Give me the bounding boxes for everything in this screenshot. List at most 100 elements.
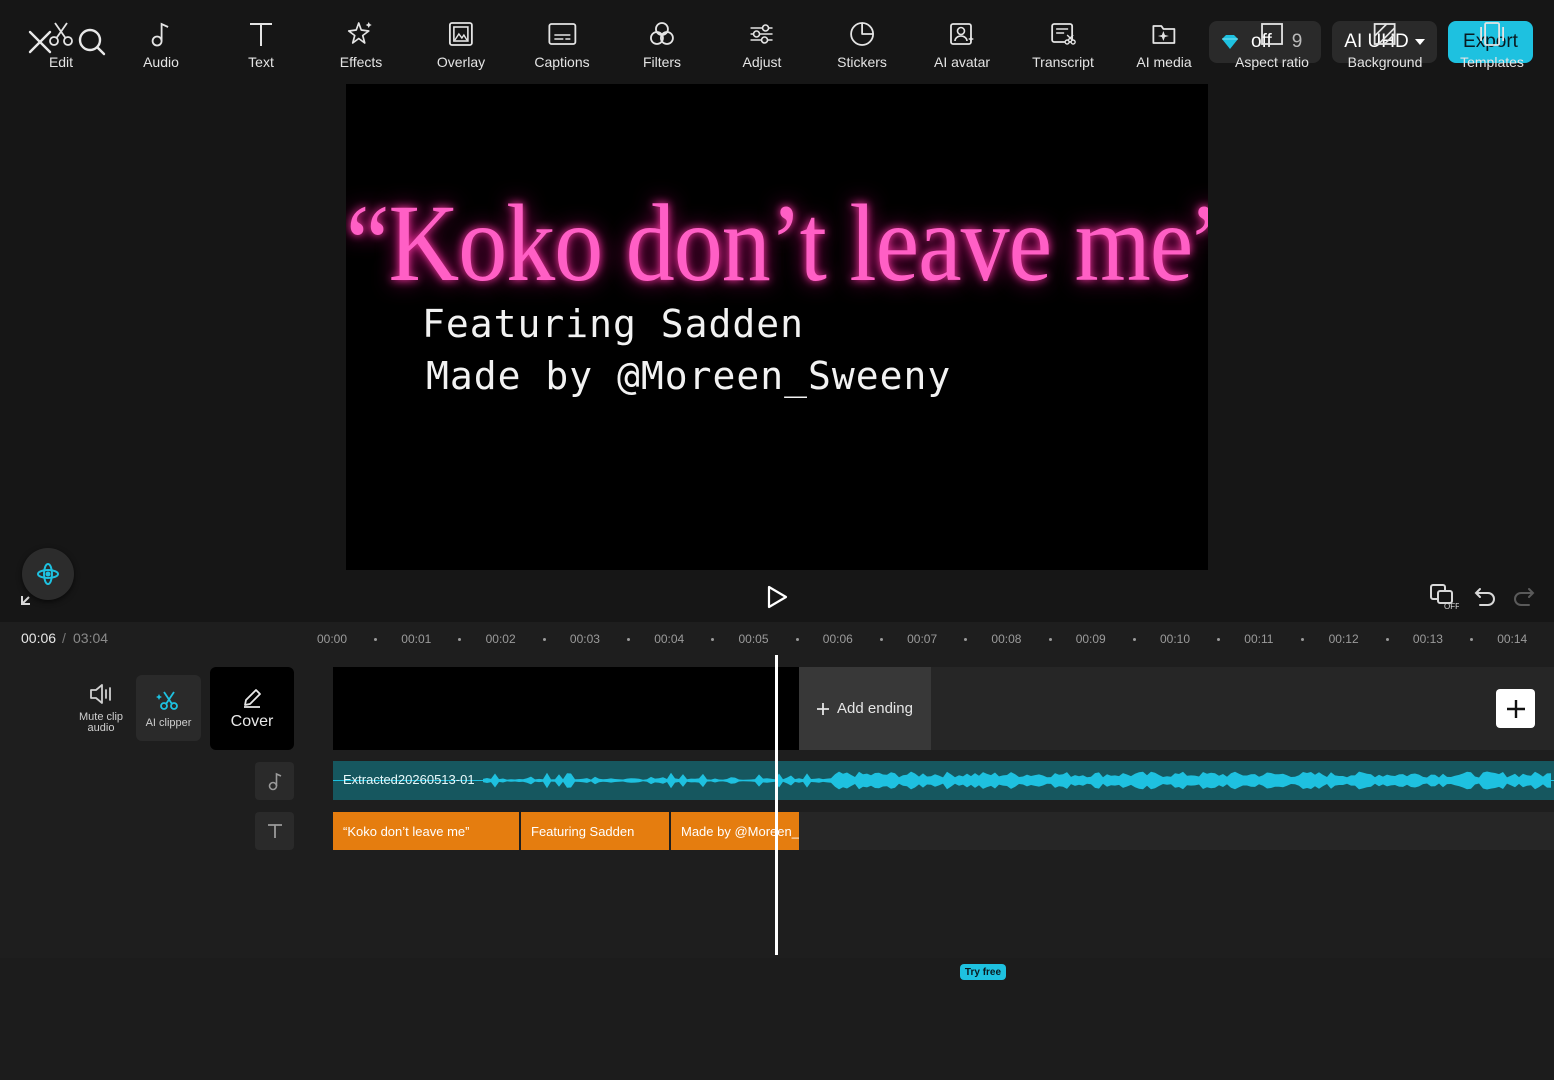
preview-made-by-text: Made by @Moreen_Sweeny: [426, 354, 952, 398]
text-track-button[interactable]: [255, 812, 294, 850]
video-canvas: “Koko don’t leave me” Featuring Sadden M…: [346, 84, 1208, 570]
text-clip-made-by[interactable]: Made by @Moreen_: [671, 812, 799, 850]
keyframe-toggle-button[interactable]: OFF: [1428, 581, 1460, 611]
video-clip[interactable]: [333, 667, 799, 750]
toolbar-aspect-ratio-label: Aspect ratio: [1235, 54, 1309, 70]
ruler-tick-dot: [1217, 638, 1221, 641]
toolbar-effects[interactable]: Effects: [340, 20, 382, 70]
ruler-tick-label: 00:04: [654, 632, 685, 646]
audio-clip-name: Extracted20260513-01: [343, 772, 475, 787]
ruler-tick-dot: [879, 638, 883, 641]
redo-button[interactable]: [1511, 583, 1537, 609]
cover-button[interactable]: Cover: [210, 667, 294, 750]
ruler-tick-dot: [1132, 638, 1136, 641]
toolbar-filters[interactable]: Filters: [643, 20, 681, 70]
ruler-tick-dot: [1048, 638, 1052, 641]
audio-track-button[interactable]: [255, 762, 294, 800]
aspect-ratio-icon: [1261, 23, 1283, 45]
toolbar-overlay-label: Overlay: [436, 54, 486, 70]
text-t-icon: [267, 824, 282, 838]
playhead[interactable]: [775, 655, 778, 955]
templates-icon: [1480, 22, 1504, 46]
ruler-tick-dot: [542, 638, 546, 641]
keyframe-off-icon: OFF: [1430, 584, 1459, 610]
ruler-tick-dot: [795, 638, 799, 641]
ai-assist-button[interactable]: [22, 548, 74, 600]
search-icon: [78, 28, 106, 56]
ruler-tick-dot: [458, 638, 462, 641]
ruler-tick-dot: [1385, 638, 1389, 641]
ruler-tick-label: 00:05: [738, 632, 769, 646]
ruler-tick-label: 00:10: [1160, 632, 1191, 646]
music-note-icon: [151, 22, 169, 47]
toolbar-ai-avatar[interactable]: AI avatar: [934, 20, 990, 70]
text-track-empty: [799, 812, 1554, 850]
toolbar-stickers[interactable]: Stickers: [837, 20, 887, 70]
ruler-tick-label: 00:06: [822, 632, 853, 646]
play-button[interactable]: [762, 582, 792, 612]
toolbar-audio-label: Audio: [143, 54, 179, 70]
toolbar-edit-label: Edit: [48, 54, 74, 70]
scissors-icon: [49, 22, 73, 46]
filters-icon: [650, 22, 674, 45]
toolbar-background[interactable]: Background: [1347, 20, 1423, 70]
plus-icon: [817, 702, 830, 715]
plus-icon: [1506, 699, 1525, 718]
text-clip-featuring[interactable]: Featuring Sadden: [521, 812, 669, 850]
ruler-tick-label: 00:11: [1244, 632, 1274, 646]
add-ending-label: Add ending: [837, 700, 913, 717]
toolbar-stickers-label: Stickers: [837, 54, 887, 70]
background-icon: [1374, 23, 1396, 45]
add-ending-button[interactable]: Add ending: [799, 667, 931, 750]
toolbar-audio[interactable]: Audio: [143, 20, 179, 70]
ruler-tick-label: 00:12: [1328, 632, 1359, 646]
ruler-tick-label: 00:09: [1075, 632, 1106, 646]
toolbar-captions[interactable]: Captions: [534, 20, 590, 70]
play-icon: [767, 585, 788, 609]
toolbar-overlay[interactable]: Overlay: [437, 20, 485, 70]
toolbar-text[interactable]: Text: [247, 20, 275, 70]
toolbar-filters-label: Filters: [642, 54, 682, 70]
toolbar-adjust[interactable]: Adjust: [743, 20, 781, 70]
ruler-tick-label: 00:03: [569, 632, 600, 646]
svg-text:OFF: OFF: [1444, 602, 1459, 610]
audio-clip[interactable]: Extracted20260513-01: [333, 761, 1554, 800]
cover-label: Cover: [230, 712, 274, 730]
toolbar-background-label: Background: [1347, 54, 1423, 70]
sliders-icon: [750, 24, 773, 44]
current-time: 00:06: [21, 630, 57, 646]
ruler-tick-label: 00:00: [317, 632, 348, 646]
music-note-icon: [268, 772, 281, 791]
time-separator: /: [62, 630, 66, 646]
undo-button[interactable]: [1472, 583, 1498, 609]
toolbar-ai-media-label: AI media: [1136, 54, 1192, 70]
overlay-icon: [449, 22, 473, 46]
toolbar-templates[interactable]: Templates: [1460, 20, 1524, 70]
toolbar-transcript-label: Transcript: [1032, 54, 1094, 70]
search-button[interactable]: [76, 26, 108, 58]
mute-clip-audio-button[interactable]: Mute clip audio: [76, 682, 126, 734]
toolbar-transcript[interactable]: Transcript: [1032, 20, 1094, 70]
toolbar-ai-media[interactable]: AI media: [1136, 20, 1192, 70]
toolbar-ai-avatar-label: AI avatar: [933, 54, 991, 70]
try-free-badge: Try free: [960, 964, 1006, 980]
ruler-tick-label: 00:08: [991, 632, 1022, 646]
ruler-tick-label: 00:02: [485, 632, 516, 646]
ruler-tick-dot: [711, 638, 715, 641]
add-clip-button[interactable]: [1496, 689, 1535, 728]
ai-clipper-button[interactable]: AI clipper: [136, 675, 201, 741]
toolbar-aspect-ratio[interactable]: Aspect ratio: [1235, 20, 1309, 70]
ruler-tick-dot: [1301, 638, 1305, 641]
toolbar-captions-label: Captions: [534, 54, 590, 70]
toolbar-edit[interactable]: Edit: [47, 20, 75, 70]
text-clip-title[interactable]: “Koko don’t leave me”: [333, 812, 519, 850]
ruler-tick-dot: [627, 638, 631, 641]
preview-area: “Koko don’t leave me” Featuring Sadden M…: [0, 84, 1554, 622]
ruler-tick-dot: [1470, 638, 1474, 641]
ai-clipper-label: AI clipper: [145, 716, 192, 729]
undo-icon: [1474, 588, 1495, 606]
ai-scissors-icon: [155, 691, 178, 710]
speaker-mute-icon: [90, 684, 111, 704]
bottom-toolbar: [0, 958, 1554, 1080]
ruler-tick-label: 00:01: [401, 632, 432, 646]
